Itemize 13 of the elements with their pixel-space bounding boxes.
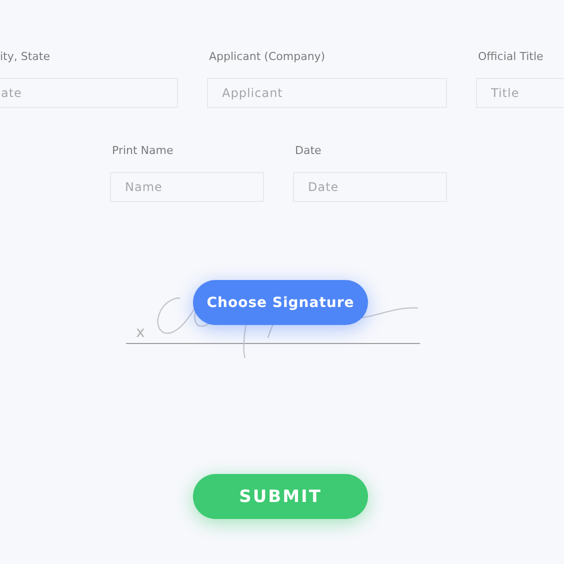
input-field[interactable]: Applicant xyxy=(207,78,447,108)
submit-button[interactable]: SUBMIT xyxy=(193,474,368,519)
field-label: Applicant (Company) xyxy=(208,50,326,64)
field-label: Print Name xyxy=(111,144,174,158)
choose-signature-button[interactable]: Choose Signature xyxy=(193,280,368,325)
input-field[interactable]: Name xyxy=(110,172,264,202)
input-field[interactable]: ate xyxy=(0,78,178,108)
field-label: ity, State xyxy=(0,50,51,64)
field-label: Official Title xyxy=(477,50,544,64)
input-field[interactable]: Title xyxy=(476,78,564,108)
signature-mark: x xyxy=(136,323,145,341)
field-label: Date xyxy=(294,144,322,158)
input-field[interactable]: Date xyxy=(293,172,447,202)
